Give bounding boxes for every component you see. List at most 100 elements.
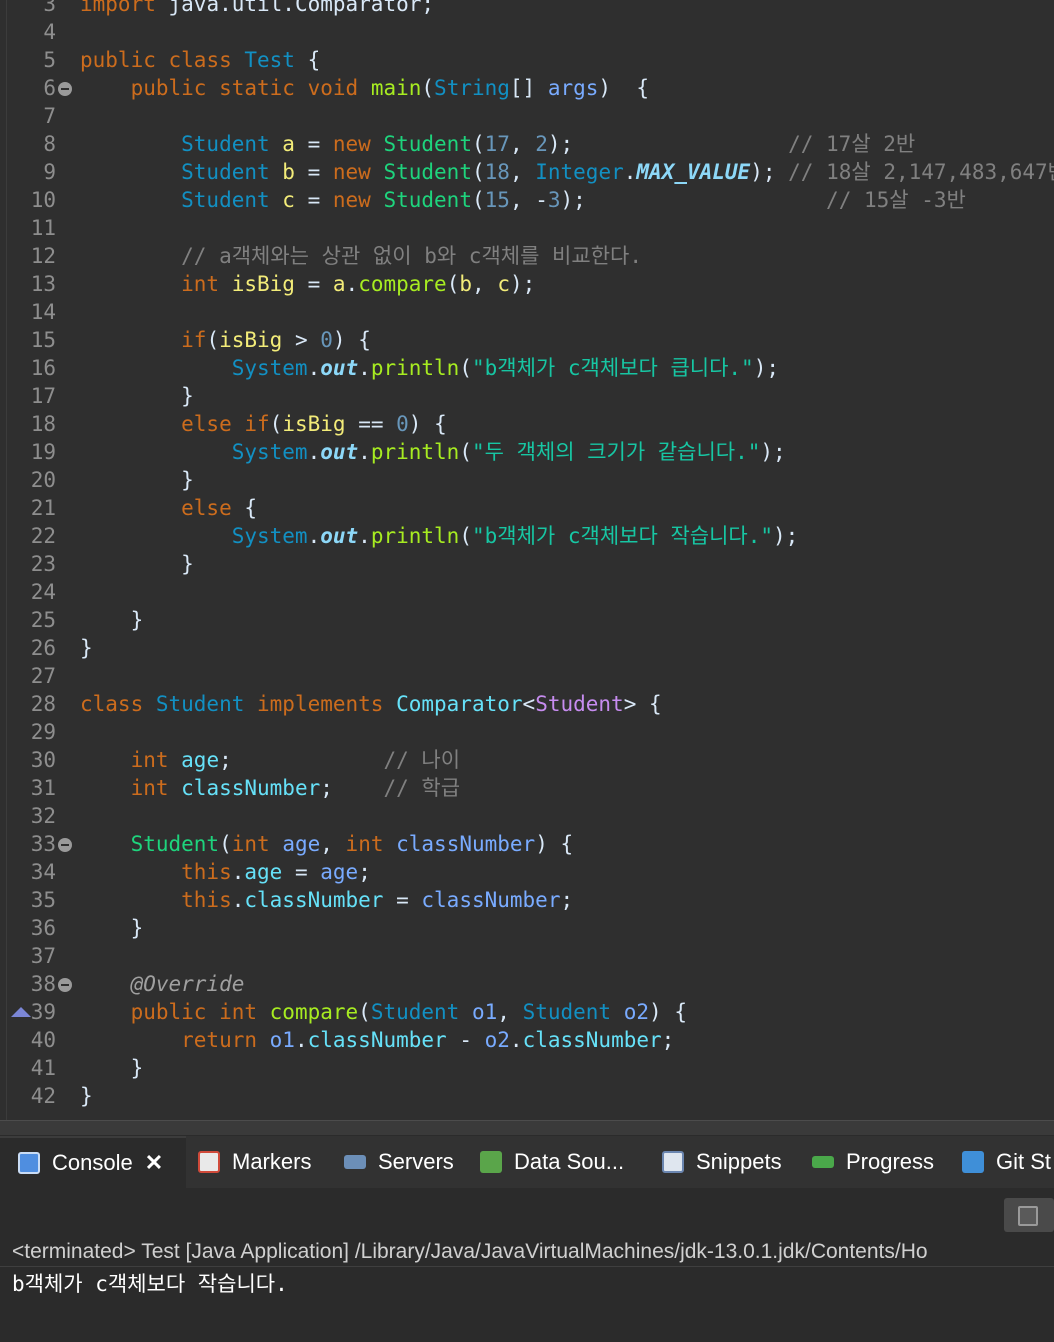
view-splitter[interactable] (0, 1120, 1054, 1135)
snippets-icon (662, 1151, 684, 1173)
fold-collapse-icon[interactable] (58, 838, 72, 852)
close-icon[interactable]: ✕ (145, 1150, 163, 1176)
code-line[interactable]: 28 class Student implements Comparator<St… (0, 690, 1054, 718)
line-number: 14 (30, 300, 56, 324)
line-number: 28 (30, 692, 56, 716)
line-number: 8 (43, 132, 56, 156)
code-line[interactable]: 12 // a객체와는 상관 없이 b와 c객체를 비교한다. (0, 242, 1054, 270)
line-number: 19 (30, 440, 56, 464)
tab-console-label: Console (52, 1150, 133, 1175)
line-number: 21 (30, 496, 56, 520)
code-text: public int compare(Student o1, Student o… (80, 1000, 687, 1024)
line-number: 30 (30, 748, 56, 772)
terminate-button[interactable] (1004, 1198, 1054, 1232)
code-line[interactable]: 30 int age; // 나이 (0, 746, 1054, 774)
code-line[interactable]: 23 } (0, 550, 1054, 578)
tab-data-source[interactable]: Data Sou... (480, 1136, 624, 1188)
code-line[interactable]: 37 (0, 942, 1054, 970)
code-line[interactable]: 17 } (0, 382, 1054, 410)
code-line[interactable]: 24 (0, 578, 1054, 606)
tab-snippets[interactable]: Snippets (662, 1136, 782, 1188)
line-number: 18 (30, 412, 56, 436)
code-line[interactable]: 15 if(isBig > 0) { (0, 326, 1054, 354)
code-line[interactable]: 27 (0, 662, 1054, 690)
tab-snippets-label: Snippets (696, 1149, 782, 1174)
code-line[interactable]: 11 (0, 214, 1054, 242)
tab-git-staging[interactable]: Git St (962, 1136, 1051, 1188)
code-text: this.classNumber = classNumber; (80, 888, 574, 912)
fold-collapse-icon[interactable] (58, 82, 72, 96)
code-line[interactable]: 20 } (0, 466, 1054, 494)
code-line[interactable]: 14 (0, 298, 1054, 326)
code-text: Student c = new Student(15, -3); // 15살 … (80, 188, 966, 212)
code-line[interactable]: 38 @Override (0, 970, 1054, 998)
code-line[interactable]: 10 Student c = new Student(15, -3); // 1… (0, 186, 1054, 214)
code-text: Student(int age, int classNumber) { (80, 832, 574, 856)
line-number: 27 (30, 664, 56, 688)
code-line[interactable]: 34 this.age = age; (0, 858, 1054, 886)
code-line[interactable]: 36 } (0, 914, 1054, 942)
data-source-icon (480, 1151, 502, 1173)
code-line[interactable]: 5 public class Test { (0, 46, 1054, 74)
code-line[interactable]: 29 (0, 718, 1054, 746)
code-text: // a객체와는 상관 없이 b와 c객체를 비교한다. (80, 244, 642, 268)
code-text: } (80, 384, 194, 408)
code-line[interactable]: 26} (0, 634, 1054, 662)
line-number: 23 (30, 552, 56, 576)
divider (0, 1266, 1054, 1267)
line-number: 22 (30, 524, 56, 548)
code-line[interactable]: 42} (0, 1082, 1054, 1110)
line-number: 12 (30, 244, 56, 268)
code-text: int age; // 나이 (80, 748, 461, 772)
code-line[interactable]: 31 int classNumber; // 학급 (0, 774, 1054, 802)
line-number: 33 (30, 832, 56, 856)
code-line[interactable]: 19 System.out.println("두 객체의 크기가 같습니다.")… (0, 438, 1054, 466)
code-line[interactable]: 8 Student a = new Student(17, 2); // 17살… (0, 130, 1054, 158)
code-line[interactable]: 25 } (0, 606, 1054, 634)
code-line[interactable]: 3 import java.util.Comparator; (0, 0, 1054, 18)
tab-servers-label: Servers (378, 1149, 454, 1174)
fold-collapse-icon[interactable] (58, 978, 72, 992)
code-line[interactable]: 6 public static void main(String[] args)… (0, 74, 1054, 102)
code-text: } (80, 916, 144, 940)
code-text: System.out.println("b객체가 c객체보다 작습니다."); (80, 524, 799, 548)
tab-console[interactable]: Console ✕ (0, 1136, 186, 1188)
line-number: 32 (30, 804, 56, 828)
line-number: 38 (30, 972, 56, 996)
override-marker-icon (11, 1007, 31, 1017)
code-editor[interactable]: 3 import java.util.Comparator; 4 5 public cl… (0, 0, 1054, 1120)
tab-markers[interactable]: Markers (198, 1136, 311, 1188)
code-text: else if(isBig == 0) { (80, 412, 447, 436)
code-line[interactable]: 39 public int compare(Student o1, Studen… (0, 998, 1054, 1026)
code-line[interactable]: 18 else if(isBig == 0) { (0, 410, 1054, 438)
line-number: 42 (30, 1084, 56, 1108)
tab-servers[interactable]: Servers (344, 1136, 454, 1188)
line-number: 37 (30, 944, 56, 968)
code-line[interactable]: 16 System.out.println("b객체가 c객체보다 큽니다.")… (0, 354, 1054, 382)
code-text: } (80, 608, 144, 632)
code-line[interactable]: 33 Student(int age, int classNumber) { (0, 830, 1054, 858)
stop-icon (1018, 1206, 1038, 1226)
code-line[interactable]: 40 return o1.classNumber - o2.classNumbe… (0, 1026, 1054, 1054)
code-text: if(isBig > 0) { (80, 328, 371, 352)
code-line[interactable]: 13 int isBig = a.compare(b, c); (0, 270, 1054, 298)
code-line[interactable]: 4 (0, 18, 1054, 46)
code-line[interactable]: 35 this.classNumber = classNumber; (0, 886, 1054, 914)
console-view: Console ✕ Markers Servers Data Sou... Sn… (0, 1120, 1054, 1342)
servers-icon (344, 1155, 366, 1169)
tab-git-staging-label: Git St (996, 1149, 1052, 1174)
code-line[interactable]: 7 (0, 102, 1054, 130)
code-text: } (80, 636, 93, 660)
line-number: 17 (30, 384, 56, 408)
code-line[interactable]: 21 else { (0, 494, 1054, 522)
code-line[interactable]: 32 (0, 802, 1054, 830)
code-text: int classNumber; // 학급 (80, 776, 461, 800)
code-line[interactable]: 22 System.out.println("b객체가 c객체보다 작습니다."… (0, 522, 1054, 550)
code-line[interactable]: 9 Student b = new Student(18, Integer.MA… (0, 158, 1054, 186)
code-line[interactable]: 41 } (0, 1054, 1054, 1082)
line-number: 31 (30, 776, 56, 800)
code-text: Student b = new Student(18, Integer.MAX_… (80, 160, 1054, 184)
line-number: 41 (30, 1056, 56, 1080)
markers-icon (198, 1151, 220, 1173)
tab-progress[interactable]: Progress (812, 1136, 934, 1188)
